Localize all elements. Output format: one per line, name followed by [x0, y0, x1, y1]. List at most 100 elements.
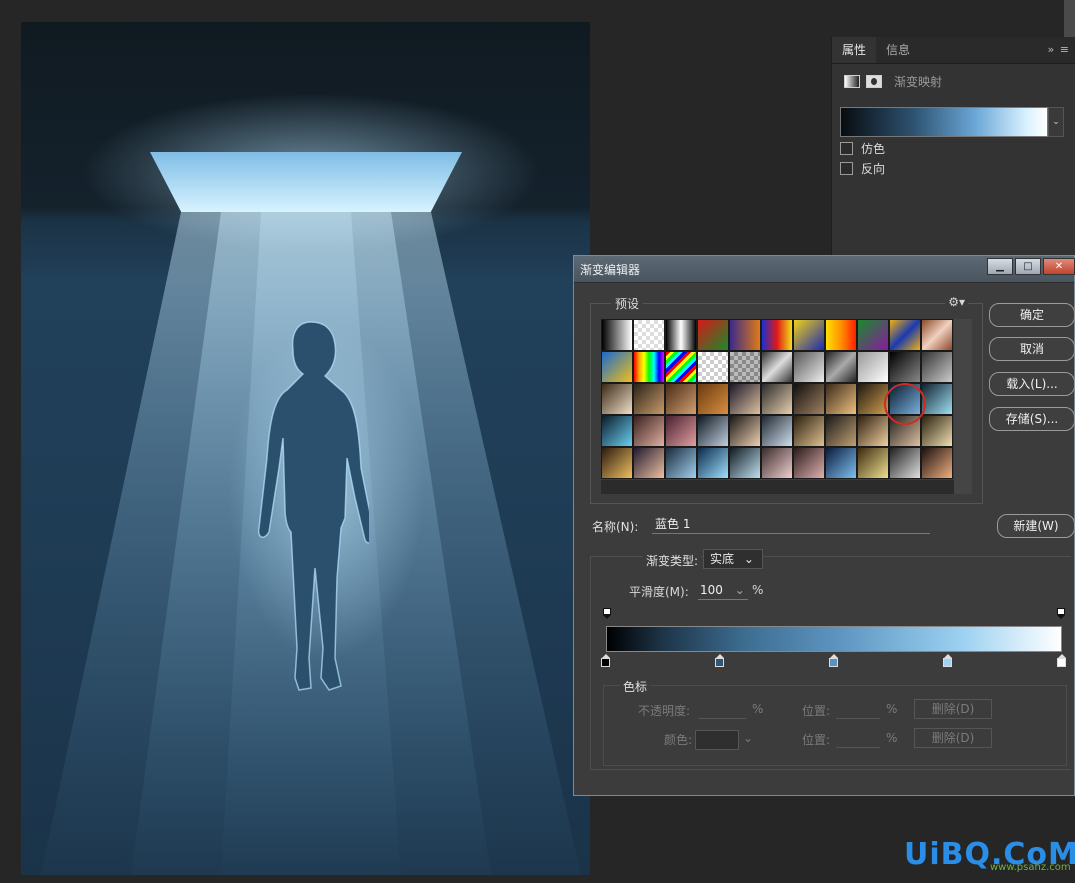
preset-swatch[interactable]	[633, 447, 665, 479]
preset-swatch[interactable]	[697, 319, 729, 351]
close-button[interactable]: ✕	[1043, 258, 1075, 275]
gear-icon[interactable]: ⚙▾	[945, 295, 968, 309]
document-canvas[interactable]	[21, 22, 590, 875]
cancel-button[interactable]: 取消	[989, 337, 1075, 361]
preset-swatch[interactable]	[601, 415, 633, 447]
color-stop[interactable]	[715, 654, 725, 668]
preset-swatch[interactable]	[825, 351, 857, 383]
preset-swatch[interactable]	[601, 351, 633, 383]
location-unit: %	[886, 702, 898, 716]
tab-properties[interactable]: 属性	[832, 37, 877, 63]
color-stop[interactable]	[943, 654, 953, 668]
preset-swatch[interactable]	[825, 447, 857, 479]
smoothness-select[interactable]: 100 ⌄	[698, 581, 748, 600]
preset-swatch[interactable]	[825, 383, 857, 415]
reverse-checkbox-row[interactable]: 反向	[840, 160, 1075, 177]
chevron-down-icon[interactable]: ⌄	[1048, 107, 1064, 137]
color-stop[interactable]	[601, 654, 611, 668]
opacity-stop-left[interactable]	[603, 608, 611, 619]
preset-swatch[interactable]	[921, 415, 953, 447]
color-stop[interactable]	[1057, 654, 1067, 668]
preset-swatch[interactable]	[857, 319, 889, 351]
preset-swatch[interactable]	[793, 447, 825, 479]
preset-swatch[interactable]	[697, 383, 729, 415]
opacity-stop-right[interactable]	[1057, 608, 1065, 619]
preset-swatch[interactable]	[665, 383, 697, 415]
delete-color-stop-button[interactable]: 删除(D)	[914, 728, 992, 748]
preset-swatch[interactable]	[761, 319, 793, 351]
preset-swatch[interactable]	[793, 415, 825, 447]
preset-swatch[interactable]	[793, 319, 825, 351]
window-edge	[1064, 0, 1075, 37]
reverse-checkbox[interactable]	[840, 162, 853, 175]
preset-swatch[interactable]	[633, 319, 665, 351]
preset-swatch[interactable]	[921, 319, 953, 351]
preset-swatch[interactable]	[665, 319, 697, 351]
preset-swatch[interactable]	[921, 351, 953, 383]
preset-swatch[interactable]	[857, 351, 889, 383]
minimize-button[interactable]: ▁	[987, 258, 1013, 275]
preset-swatch[interactable]	[729, 447, 761, 479]
preset-swatch[interactable]	[921, 447, 953, 479]
opacity-field[interactable]	[698, 702, 746, 719]
preset-swatch[interactable]	[825, 319, 857, 351]
preset-swatch[interactable]	[665, 415, 697, 447]
preset-swatch[interactable]	[633, 415, 665, 447]
dialog-titlebar[interactable]: 渐变编辑器 ▁ □ ✕	[574, 256, 1075, 283]
preset-swatch[interactable]	[601, 319, 633, 351]
dither-checkbox-row[interactable]: 仿色	[840, 140, 1075, 157]
color-location-field[interactable]	[836, 731, 880, 748]
preset-swatch[interactable]	[793, 383, 825, 415]
delete-opacity-stop-button[interactable]: 删除(D)	[914, 699, 992, 719]
preset-swatch[interactable]	[761, 383, 793, 415]
preset-swatch[interactable]	[697, 351, 729, 383]
presets-label: 预设	[611, 295, 644, 312]
color-stop[interactable]	[829, 654, 839, 668]
preset-swatch[interactable]	[889, 319, 921, 351]
preset-swatch[interactable]	[889, 447, 921, 479]
gradient-preview[interactable]	[840, 107, 1048, 137]
panel-menu-icon[interactable]: » ≡	[1048, 37, 1075, 63]
preset-swatch[interactable]	[601, 447, 633, 479]
ok-button[interactable]: 确定	[989, 303, 1075, 327]
chevron-down-icon: ⌄	[743, 731, 754, 745]
ceiling-light-panel	[150, 152, 462, 212]
preset-swatch[interactable]	[761, 351, 793, 383]
gradient-settings-group: 渐变类型: 实底 ⌄ 平滑度(M): 100 ⌄ % 色标 不透明度: % 位置…	[590, 549, 1071, 770]
gradient-type-select[interactable]: 实底 ⌄	[703, 549, 763, 569]
load-button[interactable]: 载入(L)...	[989, 372, 1075, 396]
location-field[interactable]	[836, 702, 880, 719]
gradient-bar[interactable]	[606, 626, 1062, 652]
preset-swatch[interactable]	[729, 351, 761, 383]
gradient-map-icon[interactable]	[844, 74, 860, 88]
maximize-button[interactable]: □	[1015, 258, 1041, 275]
preset-scrollbar[interactable]	[954, 319, 972, 494]
preset-swatch[interactable]	[729, 415, 761, 447]
preset-swatch[interactable]	[665, 447, 697, 479]
layer-mask-icon[interactable]	[866, 74, 882, 88]
preset-swatch[interactable]	[665, 351, 697, 383]
preset-swatch[interactable]	[633, 383, 665, 415]
preset-swatch[interactable]	[857, 447, 889, 479]
preset-swatch[interactable]	[921, 383, 953, 415]
new-button[interactable]: 新建(W)	[997, 514, 1075, 538]
preset-swatch[interactable]	[889, 351, 921, 383]
color-swatch[interactable]	[695, 730, 739, 750]
preset-scroll-track	[601, 480, 954, 494]
dither-checkbox[interactable]	[840, 142, 853, 155]
preset-swatch[interactable]	[601, 383, 633, 415]
color-location-unit: %	[886, 731, 898, 745]
save-button[interactable]: 存储(S)...	[989, 407, 1075, 431]
preset-swatch[interactable]	[825, 415, 857, 447]
preset-swatch[interactable]	[633, 351, 665, 383]
preset-swatch[interactable]	[793, 351, 825, 383]
preset-swatch[interactable]	[857, 415, 889, 447]
preset-swatch[interactable]	[761, 415, 793, 447]
preset-swatch[interactable]	[729, 383, 761, 415]
preset-swatch[interactable]	[761, 447, 793, 479]
preset-swatch[interactable]	[729, 319, 761, 351]
name-input[interactable]	[652, 514, 930, 534]
preset-swatch[interactable]	[697, 447, 729, 479]
tab-info[interactable]: 信息	[876, 37, 920, 63]
preset-swatch[interactable]	[697, 415, 729, 447]
